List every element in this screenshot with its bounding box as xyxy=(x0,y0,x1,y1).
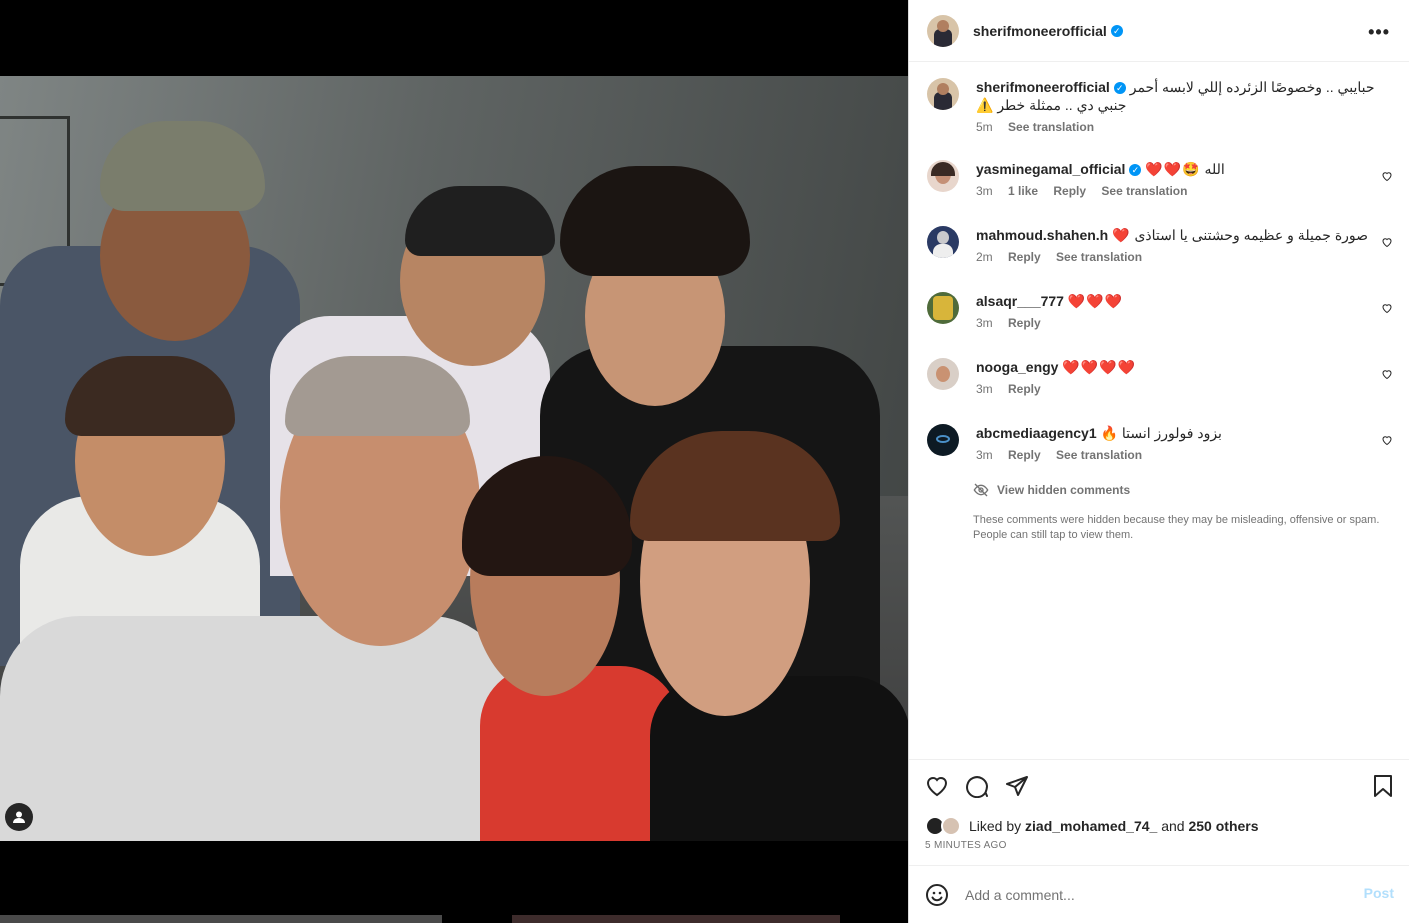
liked-by-others[interactable]: 250 others xyxy=(1188,818,1258,834)
commenter-avatar[interactable] xyxy=(927,292,959,324)
comment-age: 2m xyxy=(976,250,993,264)
comment-bubble-icon[interactable] xyxy=(965,774,989,798)
caption-username[interactable]: sherifmoneerofficial xyxy=(976,79,1110,95)
comment-emoji: 🔥 xyxy=(1100,425,1118,441)
background-strip xyxy=(0,915,442,923)
tagged-users-button[interactable] xyxy=(5,803,33,831)
verified-badge-icon: ✓ xyxy=(1129,164,1142,177)
post-timestamp: 5 MINUTES AGO xyxy=(925,840,1007,851)
background-strip xyxy=(512,915,840,923)
add-comment-bar: Post xyxy=(909,865,1409,923)
comment-emoji: ❤️❤️🤩 xyxy=(1145,161,1201,177)
comment-username[interactable]: nooga_engy xyxy=(976,359,1058,375)
like-comment-heart-icon[interactable] xyxy=(1381,236,1393,248)
hidden-comments-note: These comments were hidden because they … xyxy=(973,514,1380,541)
emoji-smiley-icon[interactable] xyxy=(925,883,949,907)
liked-by-prefix: Liked by xyxy=(969,818,1022,834)
user-icon xyxy=(13,811,25,823)
photo-area xyxy=(0,0,908,923)
reply-button[interactable]: Reply xyxy=(1008,316,1041,330)
comment-age: 3m xyxy=(976,448,993,462)
see-translation-link[interactable]: See translation xyxy=(1056,250,1142,264)
see-translation-link[interactable]: See translation xyxy=(1101,184,1187,198)
post-modal: sherifmoneerofficial ✓ ••• sherifmoneero… xyxy=(0,0,1409,923)
see-translation-link[interactable]: See translation xyxy=(1056,448,1142,462)
verified-badge-icon: ✓ xyxy=(1113,82,1126,95)
comment-likes[interactable]: 1 like xyxy=(1008,184,1038,198)
post-comment-button[interactable]: Post xyxy=(1364,885,1394,901)
caption-text-line2: جنبي دي .. ممثلة خطر ⚠️ xyxy=(976,97,1127,113)
author-username[interactable]: sherifmoneerofficial xyxy=(973,23,1107,39)
reply-button[interactable]: Reply xyxy=(1008,250,1041,264)
save-bookmark-icon[interactable] xyxy=(1372,774,1394,798)
post-header: sherifmoneerofficial ✓ ••• xyxy=(909,0,1409,62)
add-comment-input[interactable] xyxy=(965,886,1345,903)
comment-age: 3m xyxy=(976,382,993,396)
likes-summary[interactable]: Liked by ziad_mohamed_74_ and 250 others xyxy=(925,816,1259,836)
comments-list[interactable]: sherifmoneerofficial ✓ حبايبي .. وخصوصًا … xyxy=(909,62,1409,759)
eye-off-icon xyxy=(973,483,989,497)
view-hidden-comments-link[interactable]: View hidden comments xyxy=(973,482,1130,498)
post-side-panel: sherifmoneerofficial ✓ ••• sherifmoneero… xyxy=(908,0,1409,923)
verified-badge-icon: ✓ xyxy=(1110,24,1123,37)
commenter-avatar[interactable] xyxy=(927,226,959,258)
more-options-icon[interactable]: ••• xyxy=(1368,22,1390,43)
liked-by-and: and xyxy=(1161,818,1185,834)
share-send-icon[interactable] xyxy=(1005,774,1029,798)
comment-text: الله xyxy=(1204,161,1225,177)
like-comment-heart-icon[interactable] xyxy=(1381,368,1393,380)
post-actions: Liked by ziad_mohamed_74_ and 250 others… xyxy=(909,759,1409,865)
comment-age: 3m xyxy=(976,316,993,330)
liked-by-user[interactable]: ziad_mohamed_74_ xyxy=(1025,818,1157,834)
comment-username[interactable]: yasminegamal_official xyxy=(976,161,1125,177)
comment-text: صورة جميلة و عظيمه وحشتنى يا استاذى xyxy=(1134,227,1369,243)
like-comment-heart-icon[interactable] xyxy=(1381,302,1393,314)
liker-avatar xyxy=(941,816,961,836)
comment-text: بزود فولورز انستا xyxy=(1121,425,1222,441)
author-avatar[interactable] xyxy=(927,14,959,47)
caption-age: 5m xyxy=(976,120,993,134)
commenter-avatar[interactable] xyxy=(927,358,959,390)
comment-username[interactable]: mahmoud.shahen.h xyxy=(976,227,1108,243)
caption-text: حبايبي .. وخصوصًا الزئرده إللي لابسه أحم… xyxy=(1129,79,1375,95)
commenter-avatar[interactable] xyxy=(927,424,959,456)
like-heart-icon[interactable] xyxy=(925,774,949,798)
view-hidden-comments-label: View hidden comments xyxy=(997,483,1131,497)
caption-avatar[interactable] xyxy=(927,78,959,110)
post-photo[interactable] xyxy=(0,76,908,841)
reply-button[interactable]: Reply xyxy=(1008,448,1041,462)
like-comment-heart-icon[interactable] xyxy=(1381,170,1393,182)
comment-username[interactable]: alsaqr___777 xyxy=(976,293,1064,309)
comment-age: 3m xyxy=(976,184,993,198)
comment-username[interactable]: abcmediaagency1 xyxy=(976,425,1097,441)
commenter-avatar[interactable] xyxy=(927,160,959,192)
reply-button[interactable]: Reply xyxy=(1053,184,1086,198)
see-translation-link[interactable]: See translation xyxy=(1008,120,1094,134)
like-comment-heart-icon[interactable] xyxy=(1381,434,1393,446)
comment-emoji: ❤️❤️❤️ xyxy=(1067,293,1124,309)
comment-emoji: ❤️ xyxy=(1112,227,1131,243)
comment-emoji: ❤️❤️❤️❤️ xyxy=(1062,359,1137,375)
reply-button[interactable]: Reply xyxy=(1008,382,1041,396)
